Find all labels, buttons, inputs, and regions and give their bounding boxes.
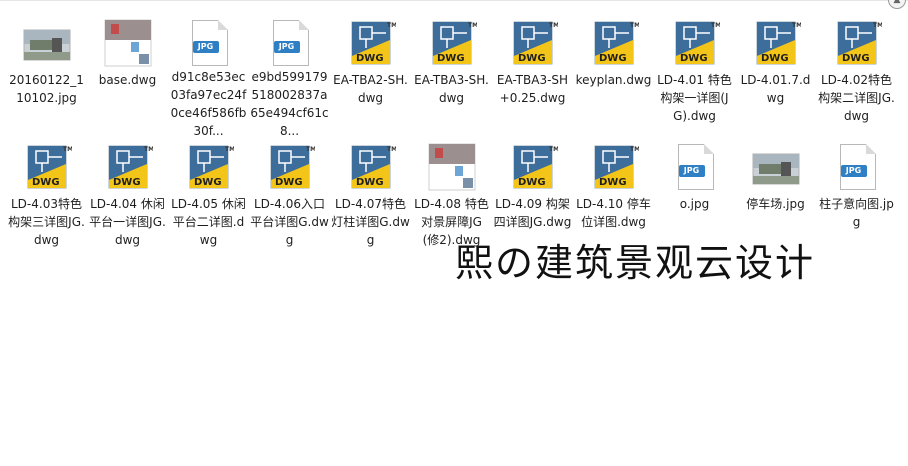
dwg-file-icon: TM DWG [589,18,640,68]
svg-text:TM: TM [468,22,477,29]
dwg-thumbnail-icon [427,142,477,192]
svg-text:TM: TM [549,146,558,153]
svg-text:DWG: DWG [842,53,870,64]
file-item[interactable]: TM DWG LD-4.03特色构架三详图JG.dwg [6,136,87,254]
window-top-border [0,0,908,1]
svg-text:DWG: DWG [518,53,546,64]
dwg-file-icon: TM DWG [751,18,802,68]
file-item[interactable]: TM DWG LD-4.01 特色构架一详图(JG).dwg [654,12,735,136]
dwg-file-icon: TM DWG [346,142,397,192]
svg-text:DWG: DWG [113,177,141,188]
dwg-file-icon: TM DWG [265,142,316,192]
svg-text:TM: TM [225,146,234,153]
file-item[interactable]: TM DWG LD-4.02特色构架二详图JG.dwg [816,12,897,136]
jpg-file-icon: JPG [832,142,882,192]
svg-text:TM: TM [630,22,639,29]
svg-text:DWG: DWG [437,53,465,64]
file-name-label: o.jpg [679,197,710,211]
file-item[interactable]: TM DWG EA-TBA2-SH.dwg [330,12,411,136]
file-name-label: LD-4.03特色构架三详图JG.dwg [8,197,85,247]
file-name-label: LD-4.01.7.dwg [740,73,811,105]
file-name-label: LD-4.06入口平台详图G.dwg [250,197,329,247]
file-grid: 20160122_110102.jpg base.dwg JPG d91c8e53e… [6,12,906,254]
file-name-label: 停车场.jpg [746,197,805,211]
file-item[interactable]: TM DWG keyplan.dwg [573,12,654,136]
file-name-label: EA-TBA2-SH.dwg [333,73,408,105]
photo-thumbnail-icon [751,142,801,192]
dwg-file-icon: TM DWG [589,142,640,192]
file-item[interactable]: TM DWG EA-TBA3-SH.dwg [411,12,492,136]
file-item[interactable]: 20160122_110102.jpg [6,12,87,136]
file-item[interactable]: JPG e9bd599179518002837a65e494cf61c8... [249,12,330,136]
file-name-label: LD-4.10 停车位详图.dwg [576,197,651,229]
file-name-label: 20160122_110102.jpg [9,73,84,105]
photo-thumbnail-icon [22,18,72,68]
file-item[interactable]: TM DWG LD-4.07特色灯柱详图G.dwg [330,136,411,254]
file-name-label: e9bd599179518002837a65e494cf61c8... [250,70,329,136]
file-name-label: LD-4.09 构架四详图JG.dwg [493,197,572,229]
svg-text:DWG: DWG [761,53,789,64]
dwg-thumbnail-icon [103,18,153,68]
dwg-file-icon: TM DWG [103,142,154,192]
dwg-file-icon: TM DWG [508,142,559,192]
svg-text:DWG: DWG [356,53,384,64]
file-item[interactable]: base.dwg [87,12,168,136]
file-item[interactable]: TM DWG LD-4.06入口平台详图G.dwg [249,136,330,254]
jpg-file-icon: JPG [265,18,315,66]
svg-text:TM: TM [387,22,396,29]
dwg-file-icon: TM DWG [832,18,883,68]
svg-text:TM: TM [306,146,315,153]
dwg-file-icon: TM DWG [22,142,73,192]
file-item[interactable]: TM DWG LD-4.04 休闲平台一详图JG.dwg [87,136,168,254]
file-name-label: EA-TBA3-SH+0.25.dwg [496,73,569,105]
file-name-label: LD-4.05 休闲平台二详图.dwg [171,197,246,247]
svg-text:TM: TM [144,146,153,153]
file-name-label: d91c8e53ec03fa97ec24f0ce46f586fb30f... [170,70,247,136]
svg-text:DWG: DWG [32,177,60,188]
svg-text:TM: TM [792,22,801,29]
svg-text:DWG: DWG [275,177,303,188]
file-item[interactable]: TM DWG EA-TBA3-SH+0.25.dwg [492,12,573,136]
file-name-label: EA-TBA3-SH.dwg [414,73,489,105]
file-item[interactable]: JPG 柱子意向图.jpg [816,136,897,254]
file-name-label: base.dwg [98,73,157,87]
svg-text:DWG: DWG [194,177,222,188]
file-name-label: LD-4.02特色构架二详图JG.dwg [818,73,895,123]
dwg-file-icon: TM DWG [508,18,559,68]
svg-text:DWG: DWG [518,177,546,188]
file-name-label: LD-4.04 休闲平台一详图JG.dwg [89,197,166,247]
file-item[interactable]: TM DWG LD-4.05 休闲平台二详图.dwg [168,136,249,254]
svg-text:DWG: DWG [680,53,708,64]
svg-text:TM: TM [873,22,882,29]
file-name-label: LD-4.01 特色构架一详图(JG).dwg [657,73,732,123]
file-row: 20160122_110102.jpg base.dwg JPG d91c8e53e… [6,12,906,136]
svg-text:TM: TM [711,22,720,29]
scroll-up-icon[interactable]: ▲ [888,0,906,9]
svg-text:TM: TM [387,146,396,153]
file-item[interactable]: TM DWG LD-4.01.7.dwg [735,12,816,136]
file-item[interactable]: JPG d91c8e53ec03fa97ec24f0ce46f586fb30f..… [168,12,249,136]
svg-text:DWG: DWG [599,177,627,188]
dwg-file-icon: TM DWG [427,18,478,68]
file-name-label: 柱子意向图.jpg [819,197,894,229]
jpg-file-icon: JPG [670,142,720,192]
dwg-file-icon: TM DWG [670,18,721,68]
dwg-file-icon: TM DWG [184,142,235,192]
svg-text:DWG: DWG [356,177,384,188]
watermark-text: 熙の建筑景观云设计 [455,241,816,285]
file-name-label: LD-4.07特色灯柱详图G.dwg [331,197,410,247]
svg-text:TM: TM [630,146,639,153]
jpg-file-icon: JPG [184,18,234,66]
dwg-file-icon: TM DWG [346,18,397,68]
file-name-label: keyplan.dwg [575,73,652,87]
svg-text:TM: TM [63,146,72,153]
svg-text:TM: TM [549,22,558,29]
svg-text:DWG: DWG [599,53,627,64]
